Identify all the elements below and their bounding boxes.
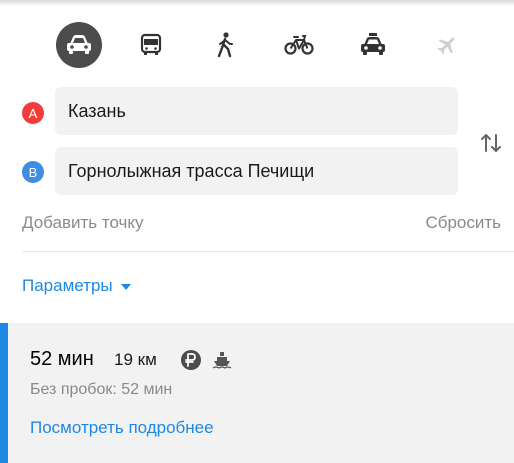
swap-points-button[interactable] [479,131,503,155]
add-point-button[interactable]: Добавить точку [22,213,144,233]
point-b-marker: B [22,161,44,183]
selected-route-indicator [0,323,8,463]
bus-icon [140,33,162,55]
ferry-icon [212,350,232,370]
divider [22,251,514,252]
car-icon [67,35,91,54]
top-shadow [0,0,514,6]
bike-icon [284,35,314,55]
mode-bike-button[interactable] [276,22,322,68]
taxi-icon [361,33,385,55]
route-details-link[interactable]: Посмотреть подробнее [30,418,214,438]
mode-plane-button[interactable] [424,22,470,68]
walk-icon [217,32,233,58]
point-a-marker: A [22,102,44,124]
parameters-dropdown[interactable]: Параметры [22,276,131,296]
route-option-card[interactable]: 52 мин 19 км Без пробок: 52 мин Посмотре… [0,323,514,463]
swap-arrows-icon [481,134,501,152]
plane-icon [437,37,455,55]
transport-mode-bar [0,22,514,68]
mode-car-button[interactable] [56,22,102,68]
caret-down-icon [120,284,131,290]
reset-button[interactable]: Сбросить [425,213,501,233]
paid-road-icon [181,350,201,370]
parameters-label: Параметры [22,276,113,295]
mode-taxi-button[interactable] [350,22,396,68]
point-b-input[interactable]: Горнолыжная трасса Печищи [55,147,458,195]
point-a-input[interactable]: Казань [55,87,458,135]
mode-bus-button[interactable] [128,22,174,68]
route-time: 52 мин [30,348,94,370]
no-traffic-time: Без пробок: 52 мин [30,381,173,398]
mode-walk-button[interactable] [202,22,248,68]
route-distance: 19 км [114,350,157,369]
